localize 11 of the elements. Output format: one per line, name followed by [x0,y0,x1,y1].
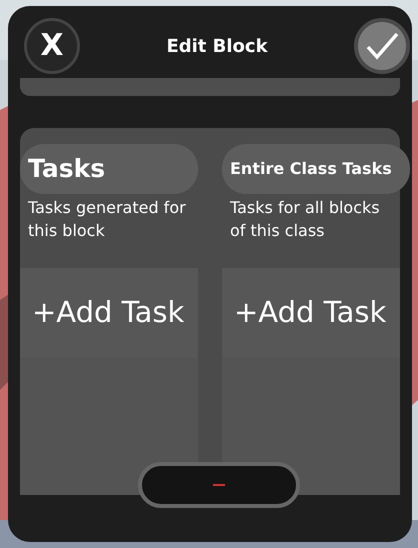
add-task-button[interactable]: +Add Task [222,268,400,358]
close-button[interactable]: X [24,18,80,74]
section-description: Tasks for all blocks of this class [229,197,381,242]
drag-handle[interactable] [138,462,300,508]
dialog-title: Edit Block [166,34,268,58]
section-description: Tasks generated for this block [27,197,187,242]
dash-icon [213,484,225,486]
check-icon [364,31,400,61]
add-task-button[interactable]: +Add Task [20,268,198,358]
section-title: Tasks [20,144,198,194]
section-title: Entire Class Tasks [222,144,410,194]
